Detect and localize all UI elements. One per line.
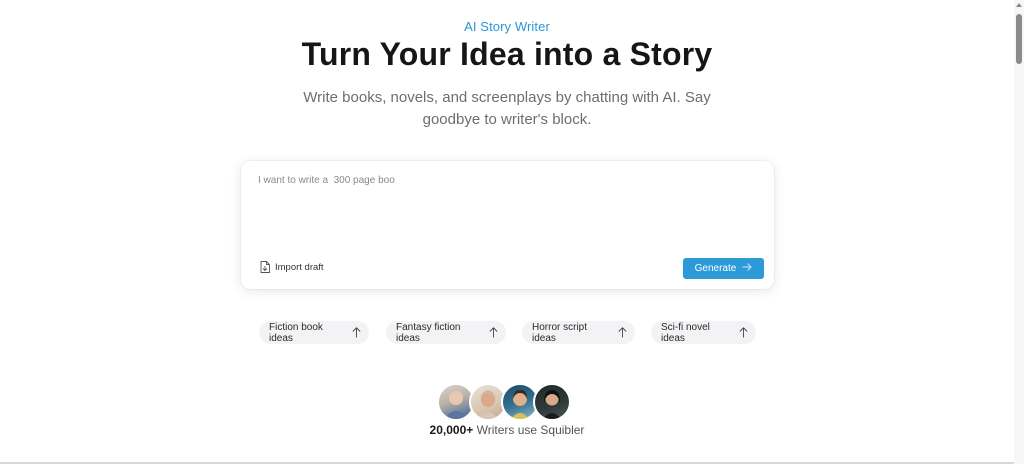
writer-count: 20,000+: [429, 423, 474, 437]
arrow-right-icon: [742, 263, 753, 274]
arrow-up-icon: [489, 327, 498, 338]
generate-label: Generate: [694, 263, 737, 274]
generate-button[interactable]: Generate: [683, 258, 764, 279]
suggestion-label: Horror script ideas: [532, 321, 588, 344]
page-title: Turn Your Idea into a Story: [301, 36, 713, 72]
story-idea-input[interactable]: [258, 175, 738, 235]
prompt-card: Import draft Generate: [241, 161, 774, 289]
suggestion-chip[interactable]: Sci-fi novel ideas: [651, 321, 756, 344]
avatar: [533, 383, 571, 421]
eyebrow-label: AI Story Writer: [464, 19, 550, 34]
social-proof: 20,000+ Writers use Squibler: [0, 423, 1014, 437]
arrow-up-icon: [739, 327, 748, 338]
page-subtitle: Write books, novels, and screenplays by …: [303, 89, 711, 128]
page: AI Story Writer Turn Your Idea into a St…: [0, 0, 1024, 464]
import-draft-button[interactable]: Import draft: [260, 261, 324, 273]
document-icon: [260, 261, 270, 273]
suggestion-chip[interactable]: Fantasy fiction ideas: [386, 321, 506, 344]
arrow-up-icon: [618, 327, 627, 338]
import-draft-label: Import draft: [275, 261, 324, 273]
writer-avatars: [437, 383, 571, 421]
suggestion-label: Fiction book ideas: [269, 321, 323, 344]
scrollbar-thumb[interactable]: [1016, 14, 1022, 64]
vertical-scrollbar[interactable]: [1014, 0, 1024, 464]
suggestion-label: Fantasy fiction ideas: [396, 321, 461, 344]
suggestion-chip[interactable]: Horror script ideas: [522, 321, 635, 344]
scroll-up-icon[interactable]: [1016, 3, 1022, 7]
suggestion-chip[interactable]: Fiction book ideas: [259, 321, 369, 344]
suggestion-chips: Fiction book ideas Fantasy fiction ideas…: [0, 321, 1014, 344]
writer-count-text: Writers use Squibler: [476, 423, 585, 437]
arrow-up-icon: [352, 327, 361, 338]
suggestion-label: Sci-fi novel ideas: [661, 321, 710, 344]
